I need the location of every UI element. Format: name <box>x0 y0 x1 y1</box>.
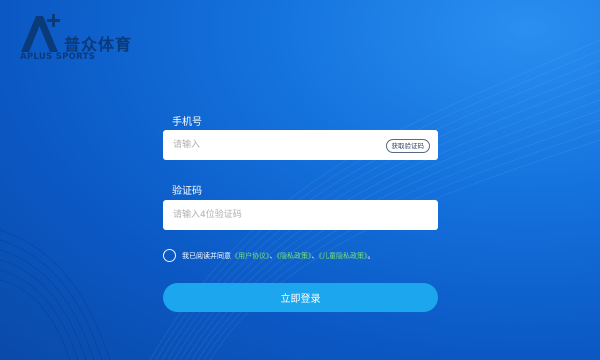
code-field <box>163 200 438 230</box>
agreement-text: 我已阅读并同意《用户协议》、《隐私政策》、《儿童隐私政策》。 <box>182 251 375 261</box>
agreement-separator: 、 <box>269 252 277 260</box>
child-privacy-policy-link[interactable]: 《儿童隐私政策》 <box>319 252 368 260</box>
get-code-button[interactable]: 获取验证码 <box>385 139 430 153</box>
agreement-suffix: 。 <box>367 252 375 260</box>
login-button[interactable]: 立即登录 <box>163 283 438 312</box>
brand-logo: 普众体育 APLUS SPORTS <box>18 12 158 62</box>
phone-field: 获取验证码 <box>163 130 438 160</box>
agreement-prefix: 我已阅读并同意 <box>182 252 231 260</box>
a-plus-logo-icon <box>21 14 60 52</box>
radio-circle-icon[interactable] <box>163 249 176 262</box>
agreement-separator: 、 <box>311 252 319 260</box>
phone-label: 手机号 <box>172 117 202 128</box>
code-input[interactable] <box>173 200 383 230</box>
brand-name-en: APLUS SPORTS <box>20 52 96 62</box>
code-label: 验证码 <box>172 186 202 197</box>
user-agreement-link[interactable]: 《用户协议》 <box>231 252 270 260</box>
phone-input[interactable] <box>173 130 383 160</box>
privacy-policy-link[interactable]: 《隐私政策》 <box>277 252 312 260</box>
